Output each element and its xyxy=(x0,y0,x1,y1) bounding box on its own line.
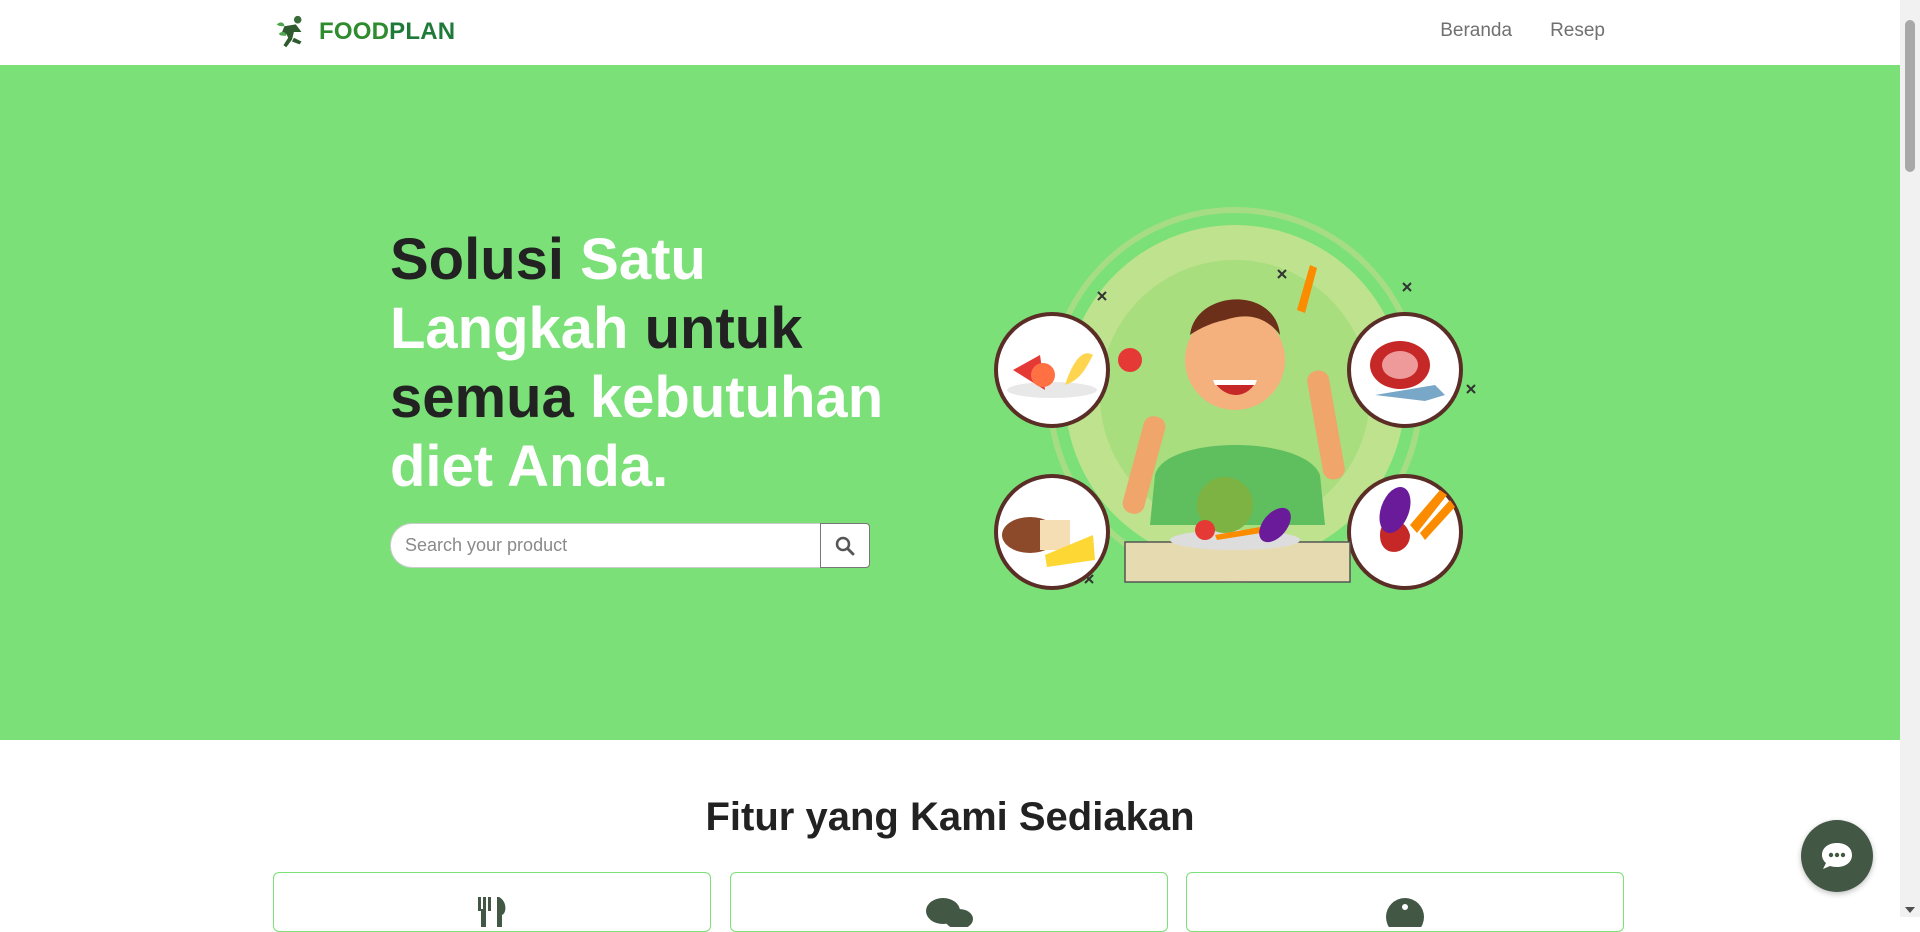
headline-word: untuk xyxy=(628,296,803,361)
runner-logo-icon xyxy=(276,15,302,48)
scrollbar-thumb[interactable] xyxy=(1905,20,1915,172)
brand-name-food: FOOD xyxy=(319,18,390,45)
hero-headline: Solusi Satu Langkah untuk semua kebutuhan d… xyxy=(390,225,910,501)
navbar: FOODPLAN Beranda Resep xyxy=(0,0,1900,66)
headline-highlight: Satu xyxy=(580,227,706,292)
headline-word: Solusi xyxy=(390,227,581,292)
chat-bubbles-icon xyxy=(926,898,973,927)
hero-illustration xyxy=(994,207,1476,590)
utensils-icon xyxy=(478,897,506,927)
chat-bubble-icon xyxy=(1822,843,1852,869)
search-button[interactable] xyxy=(820,523,870,568)
features-title: Fitur yang Kami Sediakan xyxy=(705,795,1195,839)
headline-word: semua xyxy=(390,365,590,430)
nav-links: Beranda Resep xyxy=(1440,20,1605,42)
info-icon xyxy=(1386,898,1424,927)
nav-beranda[interactable]: Beranda xyxy=(1440,20,1512,42)
hero-section: Solusi Satu Langkah untuk semua kebutuhan d… xyxy=(0,65,1900,740)
brand-link[interactable]: FOODPLAN xyxy=(273,14,455,50)
page-scrollbar[interactable] xyxy=(1900,0,1920,917)
search-icon xyxy=(835,536,855,555)
feature-card-recipe[interactable] xyxy=(273,872,711,932)
nav-resep[interactable]: Resep xyxy=(1550,20,1605,42)
brand-name: FOODPLAN xyxy=(319,18,455,46)
chat-button[interactable] xyxy=(1801,820,1873,892)
search-input[interactable] xyxy=(390,523,820,568)
search-bar xyxy=(390,523,870,568)
scroll-down-arrow-icon[interactable] xyxy=(1905,907,1915,913)
feature-card-chat[interactable] xyxy=(730,872,1168,932)
feature-card-info[interactable] xyxy=(1186,872,1624,932)
brand-name-plan: PLAN xyxy=(389,18,456,45)
headline-highlight: Langkah xyxy=(390,296,629,361)
headline-highlight: kebutuhan xyxy=(589,365,884,430)
headline-highlight: diet Anda. xyxy=(390,434,669,499)
